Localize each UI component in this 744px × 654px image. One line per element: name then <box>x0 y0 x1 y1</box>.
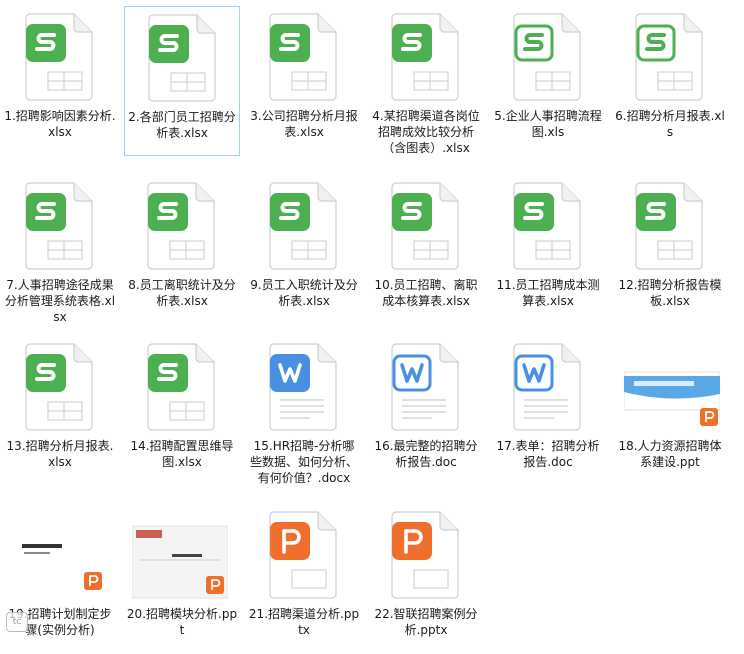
file-name-label: 1.招聘影响因素分析.xlsx <box>4 109 116 139</box>
file-item[interactable]: 14.招聘配置思维导图.xlsx <box>124 336 240 486</box>
spreadsheet-icon <box>266 181 338 271</box>
file-item[interactable]: 5.企业人事招聘流程图.xls <box>490 6 606 156</box>
word-document-icon <box>388 342 460 432</box>
spreadsheet-icon <box>144 181 216 271</box>
spreadsheet-icon <box>632 12 704 102</box>
file-name-label: 12.招聘分析报告模板.xlsx <box>618 278 722 308</box>
file-item[interactable]: 17.表单：招聘分析报告.doc <box>490 336 606 486</box>
file-name-label: 8.员工离职统计及分析表.xlsx <box>128 278 236 308</box>
file-name-label: 3.公司招聘分析月报表.xlsx <box>250 109 358 139</box>
presentation-thumbnail <box>624 342 720 432</box>
file-name-label: 15.HR招聘-分析哪些数据、如何分析、有何价值？.docx <box>249 439 358 485</box>
presentation-thumbnail <box>132 510 228 600</box>
file-item[interactable]: 6.招聘分析月报表.xls <box>612 6 728 156</box>
file-item[interactable]: 7.人事招聘途径成果分析管理系统表格.xlsx <box>2 175 118 325</box>
file-item[interactable]: 15.HR招聘-分析哪些数据、如何分析、有何价值？.docx <box>246 336 362 486</box>
spreadsheet-icon <box>144 342 216 432</box>
word-document-icon <box>266 342 338 432</box>
spreadsheet-icon <box>266 12 338 102</box>
file-name-label: 6.招聘分析月报表.xls <box>615 109 725 139</box>
spreadsheet-icon <box>22 181 94 271</box>
file-name-label: 7.人事招聘途径成果分析管理系统表格.xlsx <box>4 278 116 324</box>
file-item[interactable]: 20.招聘模块分析.ppt <box>124 504 240 654</box>
word-document-icon <box>510 342 582 432</box>
watermark-badge: tc <box>6 612 28 632</box>
file-name-label: 5.企业人事招聘流程图.xls <box>494 109 602 139</box>
file-name-label: 9.员工入职统计及分析表.xlsx <box>250 278 358 308</box>
file-name-label: 13.招聘分析月报表.xlsx <box>6 439 114 469</box>
spreadsheet-icon <box>510 12 582 102</box>
spreadsheet-icon <box>22 342 94 432</box>
spreadsheet-icon <box>510 181 582 271</box>
spreadsheet-icon <box>632 181 704 271</box>
spreadsheet-icon <box>22 12 94 102</box>
file-item[interactable]: 13.招聘分析月报表.xlsx <box>2 336 118 486</box>
spreadsheet-icon <box>388 12 460 102</box>
file-item[interactable]: 9.员工入职统计及分析表.xlsx <box>246 175 362 325</box>
file-item[interactable]: 12.招聘分析报告模板.xlsx <box>612 175 728 325</box>
presentation-icon <box>266 510 338 600</box>
presentation-icon <box>388 510 460 600</box>
file-name-label: 2.各部门员工招聘分析表.xlsx <box>128 110 236 140</box>
file-item[interactable]: 16.最完整的招聘分析报告.doc <box>368 336 484 486</box>
file-name-label: 14.招聘配置思维导图.xlsx <box>130 439 234 469</box>
file-item[interactable]: 1.招聘影响因素分析.xlsx <box>2 6 118 156</box>
file-item[interactable]: 21.招聘渠道分析.pptx <box>246 504 362 654</box>
spreadsheet-icon <box>145 13 217 103</box>
file-item[interactable]: 8.员工离职统计及分析表.xlsx <box>124 175 240 325</box>
file-name-label: 11.员工招聘成本测算表.xlsx <box>496 278 600 308</box>
file-item[interactable]: 22.智联招聘案例分析.pptx <box>368 504 484 654</box>
file-item[interactable]: 11.员工招聘成本测算表.xlsx <box>490 175 606 325</box>
file-name-label: 22.智联招聘案例分析.pptx <box>374 607 478 637</box>
file-name-label: 18.人力资源招聘体系建设.ppt <box>618 439 722 469</box>
file-name-label: 16.最完整的招聘分析报告.doc <box>374 439 478 469</box>
file-item[interactable]: 3.公司招聘分析月报表.xlsx <box>246 6 362 156</box>
file-name-label: 10.员工招聘、离职成本核算表.xlsx <box>374 278 478 308</box>
file-name-label: 17.表单：招聘分析报告.doc <box>496 439 600 469</box>
spreadsheet-icon <box>388 181 460 271</box>
file-name-label: 4.某招聘渠道各岗位招聘成效比较分析（含图表）.xlsx <box>372 109 480 155</box>
file-item[interactable]: 4.某招聘渠道各岗位招聘成效比较分析（含图表）.xlsx <box>368 6 484 156</box>
file-name-label: 21.招聘渠道分析.pptx <box>248 607 360 637</box>
file-item[interactable]: 18.人力资源招聘体系建设.ppt <box>612 336 728 486</box>
file-item[interactable]: 2.各部门员工招聘分析表.xlsx <box>124 6 240 156</box>
file-item[interactable]: 10.员工招聘、离职成本核算表.xlsx <box>368 175 484 325</box>
presentation-thumbnail <box>12 510 102 600</box>
file-name-label: 20.招聘模块分析.ppt <box>126 607 238 637</box>
